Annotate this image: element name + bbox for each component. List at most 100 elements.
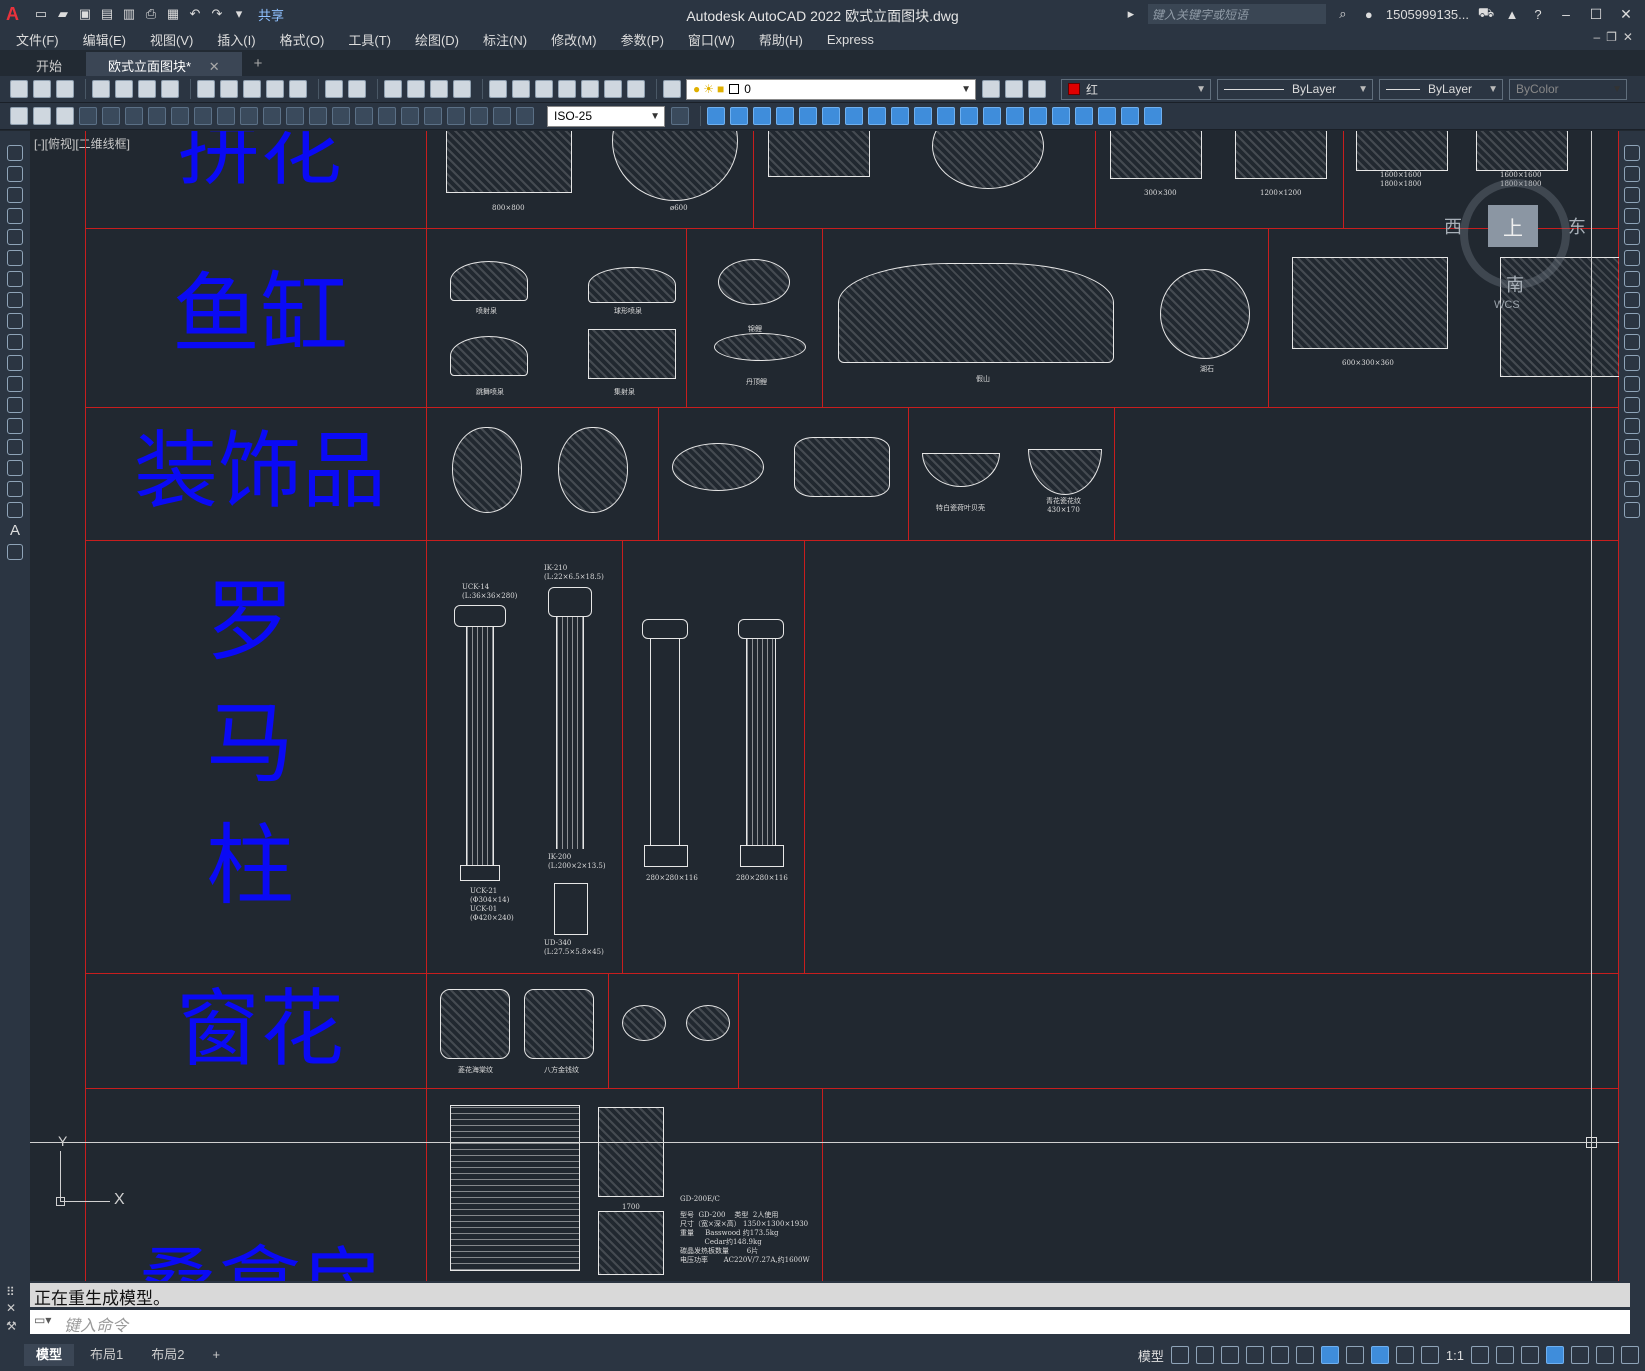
help-icon[interactable]: ? [1529,6,1547,22]
maximize-button[interactable]: ☐ [1585,6,1607,23]
parquet-block[interactable] [932,131,1044,189]
snap-icon[interactable] [1195,1346,1214,1364]
menu-window[interactable]: 窗口(W) [688,30,735,49]
ordinate-icon[interactable] [148,107,166,125]
annotation-scale-icon[interactable] [1420,1346,1439,1364]
menu-parametric[interactable]: 参数(P) [621,30,664,49]
tab-drawing[interactable]: 欧式立面图块* ✕ [86,52,242,76]
object-snap-tracking-icon[interactable] [1295,1346,1314,1364]
parquet-block[interactable] [612,131,738,201]
undo-icon[interactable] [325,80,343,98]
grid-icon[interactable] [1170,1346,1189,1364]
jogged-linear-icon[interactable] [447,107,465,125]
fountain-block[interactable] [450,336,528,376]
viewcube-top-face[interactable]: 上 [1488,205,1538,247]
drag-handle-icon[interactable]: ⠿ [6,1285,15,1299]
make-block-icon[interactable] [7,397,23,413]
workspace-gear-icon[interactable] [1471,1346,1489,1364]
help-search-input[interactable]: 键入关键字或短语 [1147,4,1326,24]
add-selected-icon[interactable] [7,544,23,560]
tab-layout2[interactable]: 布局2 [139,1344,196,1366]
save-icon[interactable] [56,80,74,98]
mirror-icon[interactable] [1624,187,1640,203]
region-icon[interactable] [7,481,23,497]
move-icon[interactable] [1624,250,1640,266]
extrude-faces-icon[interactable] [799,107,817,125]
units-icon[interactable] [1521,1346,1539,1364]
menu-format[interactable]: 格式(O) [280,30,325,49]
parquet-block[interactable] [768,131,870,177]
column-capital[interactable] [642,619,688,639]
command-input[interactable]: ▭▾ 键入命令 [30,1310,1630,1335]
block-editor-icon[interactable] [289,80,307,98]
arc-length-icon[interactable] [125,107,143,125]
clean-icon[interactable] [1006,107,1024,125]
open-file-icon[interactable]: ▰ [54,6,72,22]
solid-subtract-icon[interactable] [753,107,771,125]
plate-block[interactable] [672,443,764,491]
window-flower-block[interactable] [686,1005,730,1041]
fountain-block[interactable] [588,267,676,303]
join-icon[interactable] [1624,418,1640,434]
rotate-faces-icon[interactable] [891,107,909,125]
new-tab-button[interactable]: + [244,51,273,76]
quick-dimension-icon[interactable] [263,107,281,125]
fountain-block[interactable] [450,261,528,301]
aquarium-block[interactable] [1292,257,1448,349]
opera-mask-block[interactable] [558,427,628,513]
copy-faces-icon[interactable] [937,107,955,125]
shell-icon[interactable] [1052,107,1070,125]
autodesk-app-icon[interactable]: ▲ [1503,6,1521,22]
viewcube[interactable]: 上 西 东 南 WCS [1444,169,1586,311]
3d-dwf-icon[interactable] [161,80,179,98]
customize-chevron-icon[interactable]: ▾ [230,6,248,22]
column-base[interactable] [460,865,500,881]
rockery-block[interactable] [838,263,1114,363]
cart-icon[interactable]: ⛟ [1477,5,1495,22]
continue-icon[interactable] [309,107,327,125]
break-icon[interactable] [1624,397,1640,413]
zoom-window-icon[interactable] [430,80,448,98]
trim-icon[interactable] [1624,334,1640,350]
menu-insert[interactable]: 插入(I) [217,30,255,49]
fillet-icon[interactable] [1624,460,1640,476]
cut-icon[interactable] [197,80,215,98]
new-file-icon[interactable]: ▭ [32,6,50,22]
rectangle-icon[interactable] [7,229,23,245]
insert-block-icon[interactable] [7,376,23,392]
print-icon[interactable]: ▦ [164,6,182,22]
parquet-block[interactable] [1356,131,1448,171]
parquet-block[interactable] [1476,131,1568,171]
blend-curves-icon[interactable] [1624,481,1640,497]
autocad-logo-icon[interactable]: A [6,4,28,25]
radius-dimension-icon[interactable] [171,107,189,125]
lattice-window-block[interactable] [440,989,510,1059]
minimize-button[interactable]: – [1555,6,1577,22]
column-base[interactable] [644,845,688,867]
design-center-icon[interactable] [512,80,530,98]
extend-icon[interactable] [1624,355,1640,371]
menu-express[interactable]: Express [827,32,874,47]
menu-draw[interactable]: 绘图(D) [415,30,459,49]
tray-block[interactable] [794,437,890,497]
section-icon[interactable] [1121,107,1139,125]
viewcube-west[interactable]: 西 [1444,213,1462,239]
window-flower-block[interactable] [622,1005,666,1041]
menu-view[interactable]: 视图(V) [150,30,193,49]
goldfish-block[interactable] [718,259,790,305]
ortho-icon[interactable] [1220,1346,1239,1364]
plot-icon[interactable] [92,80,110,98]
imprint-icon[interactable] [983,107,1001,125]
menu-tools[interactable]: 工具(T) [348,30,391,49]
publish-icon[interactable] [138,80,156,98]
linetype-dropdown[interactable]: ByLayer ▼ [1217,78,1373,100]
dimension-edit-icon[interactable] [470,107,488,125]
porcelain-bowl-block[interactable] [1028,449,1102,495]
ellipse-arc-icon[interactable] [7,355,23,371]
paste-icon[interactable] [243,80,261,98]
offset-faces-icon[interactable] [845,107,863,125]
sauna-plan-block[interactable] [598,1211,664,1275]
layer-previous-icon[interactable] [1005,80,1023,98]
new-icon[interactable] [10,80,28,98]
diameter-icon[interactable] [217,107,235,125]
